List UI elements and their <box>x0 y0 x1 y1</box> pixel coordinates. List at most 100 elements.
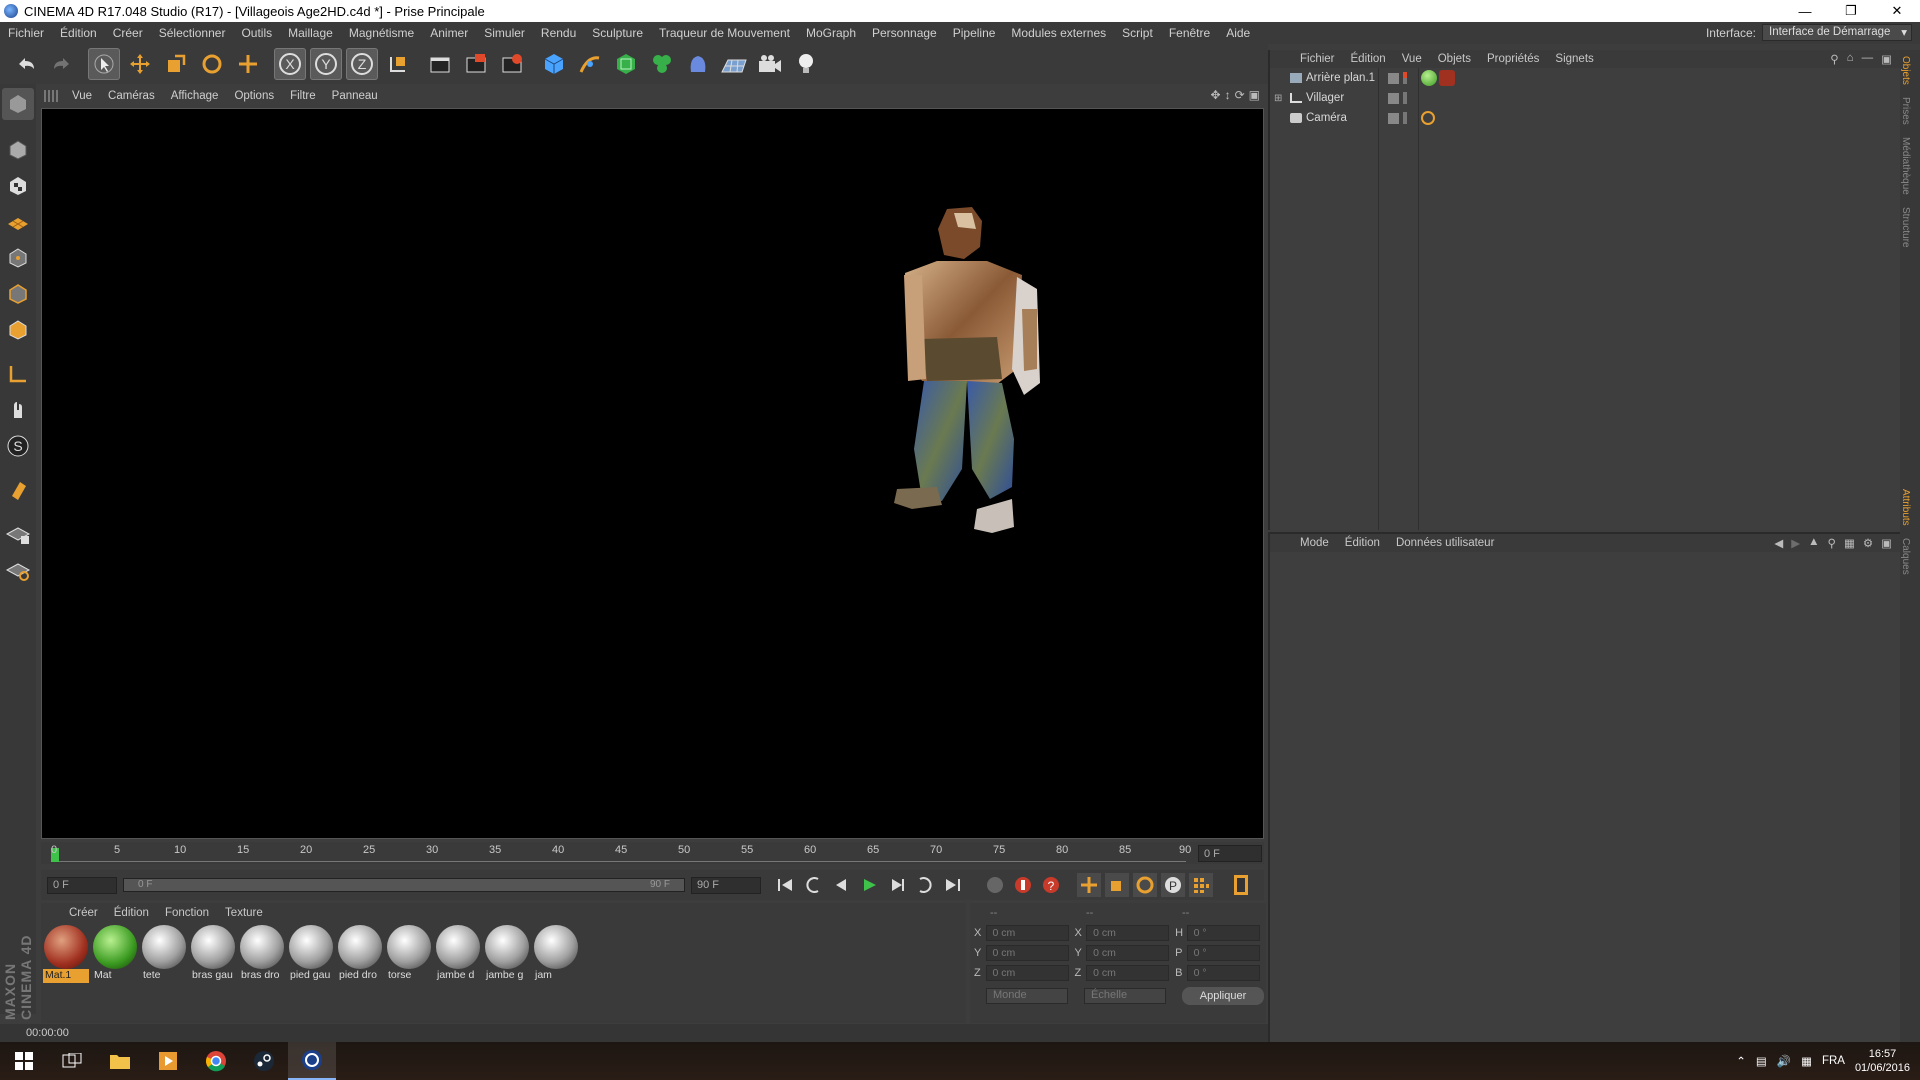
object-row[interactable]: ⊞ Villager <box>1270 88 1900 108</box>
layer-check-icon[interactable] <box>1388 112 1399 124</box>
viewport-pan-icon[interactable]: ✥ <box>1211 88 1221 102</box>
protection-tag-icon[interactable] <box>1421 111 1435 125</box>
expand-icon[interactable]: ▣ <box>1881 536 1892 550</box>
visibility-dots-icon[interactable] <box>1403 72 1407 84</box>
menu-maillage[interactable]: Maillage <box>280 26 341 40</box>
object-row[interactable]: Arrière plan.1 <box>1270 68 1900 88</box>
menu-edition[interactable]: Édition <box>52 26 105 40</box>
previous-key-icon[interactable] <box>801 873 825 897</box>
render-picture-viewer-icon[interactable] <box>460 48 492 80</box>
interface-dropdown[interactable]: Interface de Démarrage <box>1762 24 1912 41</box>
material-slot[interactable]: bras gau <box>190 925 236 983</box>
timeline-ruler[interactable]: 0 5 10 15 20 25 30 35 40 45 50 55 60 65 … <box>41 842 1264 864</box>
language-indicator[interactable]: FRA <box>1822 1055 1845 1067</box>
menu-magnetisme[interactable]: Magnétisme <box>341 26 422 40</box>
scale-tool-icon[interactable] <box>160 48 192 80</box>
visibility-dots-icon[interactable] <box>1403 112 1407 124</box>
attr-menu-donnees-utilisateur[interactable]: Données utilisateur <box>1388 537 1502 549</box>
edges-mode-icon[interactable] <box>2 278 34 310</box>
material-slot[interactable]: tete <box>141 925 187 983</box>
tab-calques[interactable]: Calques <box>1900 532 1911 581</box>
workplane-mode-icon[interactable] <box>2 206 34 238</box>
render-settings-icon[interactable] <box>496 48 528 80</box>
locked-workplane-icon[interactable] <box>2 518 34 550</box>
viewport-menu-filtre[interactable]: Filtre <box>282 90 324 102</box>
apply-button[interactable]: Appliquer <box>1182 987 1264 1005</box>
live-select-icon[interactable] <box>232 48 264 80</box>
y-axis-lock-icon[interactable]: Y <box>310 48 342 80</box>
timeline-track[interactable]: 0 5 10 15 20 25 30 35 40 45 50 55 60 65 … <box>51 844 1191 862</box>
rotation-b-field[interactable]: 0 ° <box>1186 965 1260 981</box>
position-x-field[interactable]: 0 cm <box>985 925 1069 941</box>
key-rotation-icon[interactable] <box>1133 873 1157 897</box>
material-menu-texture[interactable]: Texture <box>217 907 271 919</box>
minimize-icon[interactable]: — <box>1782 0 1828 22</box>
material-tag-icon[interactable] <box>1439 70 1455 86</box>
model-mode-icon[interactable] <box>2 134 34 166</box>
axis-mode-icon[interactable] <box>2 358 34 390</box>
position-y-field[interactable]: 0 cm <box>985 945 1069 961</box>
object-name[interactable]: Caméra <box>1306 112 1378 124</box>
cube-primitive-icon[interactable] <box>538 48 570 80</box>
play-icon[interactable] <box>857 873 881 897</box>
volume-icon[interactable]: 🔊 <box>1777 1054 1791 1068</box>
attr-menu-edition[interactable]: Édition <box>1337 537 1388 549</box>
layer-check-icon[interactable] <box>1388 92 1399 104</box>
windows-start-icon[interactable] <box>0 1042 48 1080</box>
material-menu-creer[interactable]: Créer <box>61 907 106 919</box>
record-active-icon[interactable] <box>983 873 1007 897</box>
menu-rendu[interactable]: Rendu <box>533 26 584 40</box>
show-hidden-icons-icon[interactable]: ⌃ <box>1736 1054 1746 1068</box>
viewport-menu-affichage[interactable]: Affichage <box>163 90 227 102</box>
previous-frame-icon[interactable] <box>829 873 853 897</box>
floor-icon[interactable] <box>718 48 750 80</box>
collapse-icon[interactable]: — <box>1862 52 1874 66</box>
rotation-h-field[interactable]: 0 ° <box>1186 925 1260 941</box>
expand-toggle-icon[interactable]: ⊞ <box>1274 93 1282 104</box>
object-name[interactable]: Villager <box>1306 92 1378 104</box>
object-row[interactable]: Caméra <box>1270 108 1900 128</box>
tab-structure[interactable]: Structure <box>1900 201 1911 254</box>
menu-aide[interactable]: Aide <box>1218 26 1258 40</box>
object-menu-proprietes[interactable]: Propriétés <box>1479 53 1547 65</box>
back-arrow-icon[interactable]: ◀ <box>1774 536 1783 550</box>
home-icon[interactable]: ⌂ <box>1847 52 1854 66</box>
make-editable-icon[interactable] <box>2 88 34 120</box>
material-slot[interactable]: Mat.1 <box>43 925 89 983</box>
viewport-menu-panneau[interactable]: Panneau <box>324 90 386 102</box>
spline-pen-icon[interactable] <box>574 48 606 80</box>
select-arrow-icon[interactable] <box>88 48 120 80</box>
material-slot[interactable]: torse <box>386 925 432 983</box>
forward-arrow-icon[interactable]: ▶ <box>1791 536 1800 550</box>
material-tag-icon[interactable] <box>1421 70 1437 86</box>
key-pla-icon[interactable] <box>1189 873 1213 897</box>
maximize-icon[interactable]: ❐ <box>1828 0 1874 22</box>
file-explorer-icon[interactable] <box>96 1042 144 1080</box>
position-z-field[interactable]: 0 cm <box>985 965 1069 981</box>
menu-fichier[interactable]: Fichier <box>0 26 52 40</box>
expand-icon[interactable]: ▣ <box>1881 52 1892 66</box>
up-arrow-icon[interactable]: ▲ <box>1808 536 1819 550</box>
network-icon[interactable]: ▤ <box>1756 1054 1767 1068</box>
texture-mode-icon[interactable] <box>2 170 34 202</box>
cinema4d-taskbar-icon[interactable] <box>288 1042 336 1080</box>
autokey-icon[interactable] <box>1011 873 1035 897</box>
rotation-p-field[interactable]: 0 ° <box>1186 945 1260 961</box>
coordinate-system-icon[interactable] <box>382 48 414 80</box>
start-frame-field[interactable]: 0 F <box>47 876 117 894</box>
menu-mograph[interactable]: MoGraph <box>798 26 864 40</box>
lock-icon[interactable]: ▦ <box>1844 536 1855 550</box>
panel-grip-icon[interactable] <box>44 90 58 102</box>
goto-end-icon[interactable] <box>941 873 965 897</box>
material-slot[interactable]: jambe d <box>435 925 481 983</box>
size-y-field[interactable]: 0 cm <box>1086 945 1170 961</box>
material-slot[interactable]: pied dro <box>337 925 383 983</box>
polygons-mode-icon[interactable] <box>2 314 34 346</box>
object-menu-edition[interactable]: Édition <box>1343 53 1394 65</box>
light-icon[interactable] <box>790 48 822 80</box>
z-axis-lock-icon[interactable]: Z <box>346 48 378 80</box>
viewport-menu-options[interactable]: Options <box>226 90 282 102</box>
viewport-menu-vue[interactable]: Vue <box>64 90 100 102</box>
key-scale-icon[interactable] <box>1105 873 1129 897</box>
menu-sculpture[interactable]: Sculpture <box>584 26 651 40</box>
